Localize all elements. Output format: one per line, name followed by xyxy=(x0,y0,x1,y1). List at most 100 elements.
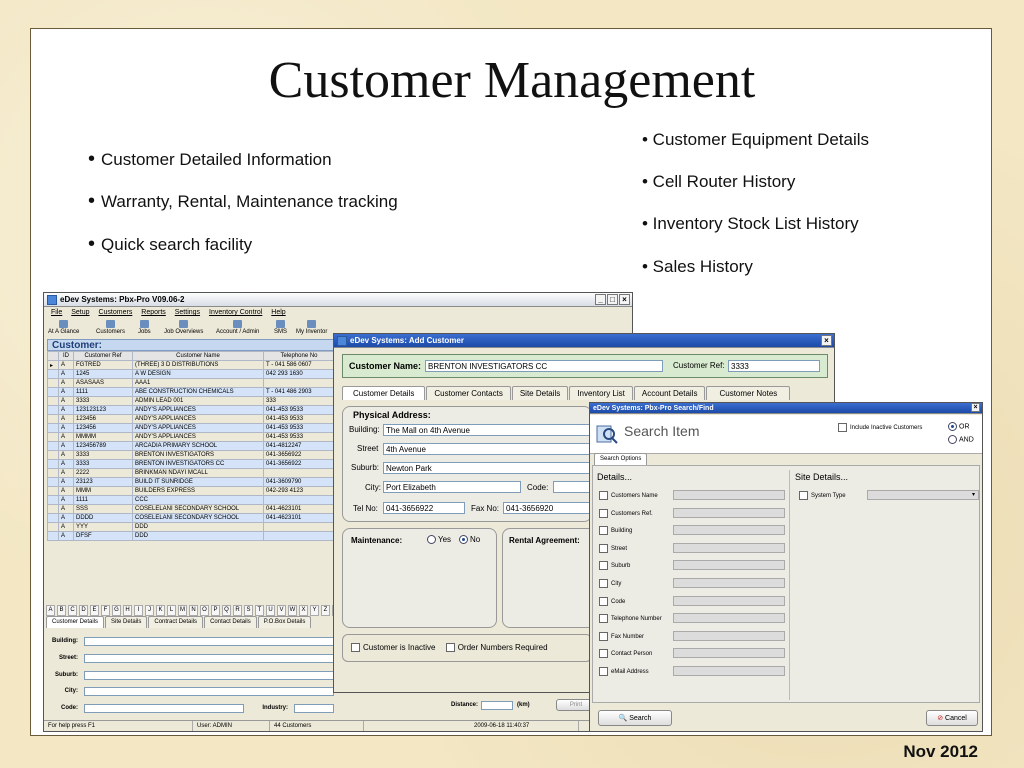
alpha-filter-button[interactable]: I xyxy=(134,605,143,616)
menu-customers[interactable]: Customers xyxy=(98,309,132,316)
alpha-filter-button[interactable]: F xyxy=(101,605,110,616)
row-selector[interactable] xyxy=(47,522,59,532)
alpha-filter-button[interactable]: U xyxy=(266,605,275,616)
minimize-icon[interactable]: _ xyxy=(595,294,606,305)
table-row[interactable]: A 2222 BRINKMAN NDAYI MCALL xyxy=(47,468,348,478)
close-icon[interactable]: × xyxy=(821,335,832,346)
search-field-check[interactable] xyxy=(599,596,608,606)
search-field-input[interactable] xyxy=(673,613,785,624)
tab-search-options[interactable]: Search Options xyxy=(594,453,648,465)
code-input[interactable] xyxy=(84,704,244,713)
suburb-input[interactable]: Newton Park xyxy=(383,462,591,474)
row-selector[interactable] xyxy=(47,396,59,406)
search-field-check[interactable] xyxy=(599,561,608,571)
search-titlebar[interactable]: eDev Systems: Pbx-Pro Search/Find × xyxy=(590,403,982,414)
search-field-input[interactable] xyxy=(673,630,785,641)
search-field-input[interactable] xyxy=(673,525,785,536)
inactive-checkbox[interactable]: Customer is Inactive xyxy=(351,643,435,653)
alpha-filter-button[interactable]: M xyxy=(178,605,187,616)
street-input[interactable]: 4th Avenue xyxy=(383,443,591,455)
search-field-option[interactable]: eMail Address xyxy=(599,667,649,676)
row-selector[interactable] xyxy=(47,405,59,415)
alpha-filter-button[interactable]: G xyxy=(112,605,121,616)
table-row[interactable]: A 1111 CCC xyxy=(47,495,348,505)
row-selector[interactable] xyxy=(47,477,59,487)
maintenance-no[interactable]: No xyxy=(457,535,480,545)
alpha-filter-button[interactable]: V xyxy=(277,605,286,616)
cancel-button[interactable]: ⊘ Cancel xyxy=(926,710,978,726)
alpha-filter-button[interactable]: Z xyxy=(321,605,330,616)
row-selector[interactable] xyxy=(47,486,59,496)
table-row[interactable]: A 123456789 ARCADIA PRIMARY SCHOOL 041-4812… xyxy=(47,441,348,451)
search-button[interactable]: 🔍 Search xyxy=(598,710,672,726)
row-selector[interactable] xyxy=(47,387,59,397)
tab-contact-details[interactable]: Contact Details xyxy=(204,616,257,628)
col-telephone[interactable]: Telephone No xyxy=(263,351,335,361)
search-field-check[interactable] xyxy=(599,579,608,588)
and-option[interactable]: AND xyxy=(946,435,974,444)
table-row[interactable]: A 3333 BRENTON INVESTIGATORS CC 041-3656922… xyxy=(47,459,348,469)
search-field-check[interactable] xyxy=(599,491,608,500)
table-row[interactable]: A 23123 BUILD IT SUNRIDGE 041-3609790 xyxy=(47,477,348,487)
alpha-filter-button[interactable]: B xyxy=(57,605,66,616)
alpha-filter-button[interactable]: T xyxy=(255,605,264,616)
alpha-filter-button[interactable]: E xyxy=(90,605,99,616)
city-input[interactable]: Port Elizabeth xyxy=(383,481,521,493)
alpha-filter-button[interactable]: C xyxy=(68,605,77,616)
col-id[interactable]: ID xyxy=(58,351,74,361)
orders-check[interactable] xyxy=(445,643,455,653)
alpha-filter-button[interactable]: H xyxy=(123,605,132,616)
street-input[interactable] xyxy=(84,654,334,663)
city-input[interactable] xyxy=(84,687,334,696)
alpha-filter-button[interactable]: L xyxy=(167,605,176,616)
radio-and[interactable] xyxy=(948,435,957,444)
table-row[interactable]: ▸ A FGTRED (THREE) 3 D DISTRIBUTIONS T - 041… xyxy=(47,360,348,370)
search-field-check[interactable] xyxy=(599,526,608,536)
search-field-option[interactable]: Code xyxy=(599,596,625,606)
toolbar-sms[interactable]: SMS xyxy=(274,320,287,335)
menu-inventory-control[interactable]: Inventory Control xyxy=(209,309,262,316)
table-row[interactable]: A YYY DDD xyxy=(47,522,348,532)
row-selector[interactable]: ▸ xyxy=(47,360,59,370)
alpha-filter-button[interactable]: W xyxy=(288,605,297,616)
search-field-check[interactable] xyxy=(599,667,608,676)
search-field-input[interactable] xyxy=(673,542,785,553)
col-customer-name[interactable]: Customer Name xyxy=(132,351,264,361)
toolbar-account-admin[interactable]: Account / Admin xyxy=(216,320,259,335)
search-field-input[interactable] xyxy=(673,507,785,518)
table-row[interactable]: A 123123123 ANDY'S APPLIANCES 041-453 9533 xyxy=(47,405,348,415)
main-window-titlebar[interactable]: eDev Systems: Pbx-Pro V09.06-2 _ □ × xyxy=(44,293,632,307)
search-field-input[interactable] xyxy=(673,578,785,588)
search-field-check[interactable] xyxy=(599,631,608,641)
tab-pobox-details[interactable]: P.O.Box Details xyxy=(257,616,312,628)
tab-site-details[interactable]: Site Details xyxy=(105,616,148,628)
search-field-option[interactable]: Building xyxy=(599,526,632,536)
menu-help[interactable]: Help xyxy=(271,309,285,316)
search-field-input[interactable] xyxy=(673,648,785,659)
search-field-option[interactable]: Telephone Number xyxy=(599,614,662,624)
row-selector[interactable] xyxy=(47,459,59,469)
alpha-filter-button[interactable]: K xyxy=(156,605,165,616)
table-row[interactable]: A MMM BUILDERS EXPRESS 042-293 4123 xyxy=(47,486,348,496)
search-field-option[interactable]: Street xyxy=(599,543,627,553)
toolbar-jobs[interactable]: Jobs xyxy=(138,320,151,335)
table-row[interactable]: A3333ADMIN LEAD 00133333 xyxy=(47,396,348,406)
customer-name-input[interactable]: BRENTON INVESTIGATORS CC xyxy=(425,360,663,372)
row-selector[interactable] xyxy=(47,468,59,478)
include-inactive[interactable]: Include Inactive Customers xyxy=(838,423,922,432)
table-row[interactable]: A DDDD COSELELANI SECONDARY SCHOOL 041-4623… xyxy=(47,513,348,523)
alpha-filter-button[interactable]: Y xyxy=(310,605,319,616)
table-row[interactable]: A ASASAAS AAA1 xyxy=(47,378,348,388)
table-row[interactable]: A DFSF DDD xyxy=(47,531,348,541)
alpha-filter-button[interactable]: J xyxy=(145,605,154,616)
tab-account-details[interactable]: Account Details xyxy=(633,386,706,400)
alpha-filter-button[interactable]: N xyxy=(189,605,198,616)
or-option[interactable]: OR xyxy=(946,422,970,431)
search-field-option[interactable]: Fax Number xyxy=(599,631,644,641)
search-field-input[interactable] xyxy=(673,666,785,676)
system-type-check[interactable] xyxy=(799,491,808,500)
search-field-check[interactable] xyxy=(599,649,608,659)
search-field-input[interactable] xyxy=(673,595,785,606)
toolbar-my-inventory[interactable]: My Inventor xyxy=(296,320,327,335)
tab-site-details[interactable]: Site Details xyxy=(511,386,569,400)
